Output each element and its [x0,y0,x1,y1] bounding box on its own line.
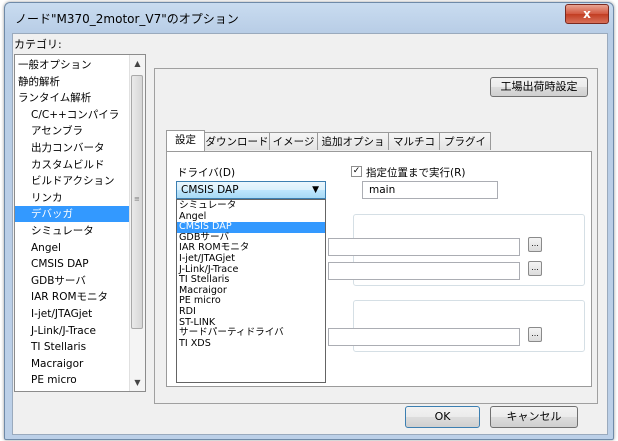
category-item[interactable]: J-Link/J-Trace [31,323,96,339]
category-item[interactable]: GDBサーバ [31,273,86,289]
close-icon: x [583,7,591,21]
browse-button[interactable]: ... [528,237,542,252]
setup-macro-field[interactable] [328,238,520,256]
category-item[interactable]: TI Stellaris [31,339,86,355]
browse-button[interactable]: ... [528,261,542,276]
driver-dropdown-list[interactable]: シミュレータ Angel CMSIS DAP GDBサーバ IAR ROMモニタ I-je… [176,199,326,383]
category-list[interactable]: 一般オプション 静的解析 ランタイム解析 C/C++コンパイラ アセンブラ 出力コンバータ… [14,54,146,392]
tab-extra-options[interactable]: 追加オプション [317,132,389,166]
dialog-title: ノード"M370_2motor_V7"のオプション [15,12,239,26]
cancel-button[interactable]: キャンセル [490,406,578,428]
scroll-grip-icon: ≡ [134,195,140,203]
category-item[interactable]: シミュレータ [31,223,94,239]
close-button[interactable]: x [565,4,609,24]
driver-selected-value: CMSIS DAP [181,184,239,196]
category-item[interactable]: デバッガ [15,206,130,223]
factory-settings-button[interactable]: 工場出荷時設定 [490,77,588,97]
driver-select[interactable]: CMSIS DAP ▼ [176,181,326,199]
category-label: カテゴリ: [14,38,62,51]
category-item[interactable]: 出力コンバータ [31,140,105,156]
category-item[interactable]: CMSIS DAP [31,256,89,272]
category-item[interactable]: リンカ [31,190,63,206]
scroll-up-arrow-icon[interactable]: ▲ [130,56,145,71]
run-to-checkbox[interactable]: ✓ [351,166,362,177]
category-item[interactable]: アセンブラ [31,123,83,139]
category-item[interactable]: PE micro [31,372,77,388]
device-description-field[interactable] [328,262,520,280]
category-scrollbar[interactable]: ▲ ≡ ▼ [129,55,145,391]
driver-option[interactable]: TI XDS [177,338,325,349]
category-item[interactable]: 静的解析 [18,74,60,90]
category-item[interactable]: Angel [31,240,61,256]
tab-plugins[interactable]: プラグイン [439,132,491,166]
category-item[interactable]: I-jet/JTAGjet [31,306,92,322]
driver-option[interactable]: I-jet/JTAGjet [177,253,325,264]
scrollbar-thumb[interactable]: ≡ [131,75,143,329]
tab-multicore[interactable]: マルチコア [388,132,440,166]
category-item[interactable]: ビルドアクション [31,173,114,189]
tab-settings[interactable]: 設定 [166,130,205,151]
driver-label: ドライバ(D) [177,167,236,179]
category-item[interactable]: 一般オプション [18,57,92,73]
run-to-label: 指定位置まで実行(R) [366,167,466,179]
chevron-down-icon: ▼ [312,185,319,195]
tab-download[interactable]: ダウンロード [204,132,270,150]
category-item[interactable]: IAR ROMモニタ [31,289,108,305]
check-icon: ✓ [352,166,361,176]
run-to-location-field[interactable]: main [362,181,498,199]
category-item[interactable]: Macraigor [31,356,83,372]
plugin-path-field[interactable] [328,328,520,346]
title-bar[interactable]: ノード"M370_2motor_V7"のオプション x [5,3,613,31]
category-item[interactable]: ランタイム解析 [18,90,91,106]
driver-option[interactable]: PE micro [177,295,325,306]
scroll-down-arrow-icon[interactable]: ▼ [130,375,145,390]
driver-option[interactable]: RDI [177,306,325,317]
tab-image[interactable]: イメージ [269,132,318,150]
driver-option[interactable]: シミュレータ [177,200,325,211]
ok-button[interactable]: OK [405,406,480,428]
category-item[interactable]: カスタムビルド [31,157,105,173]
category-item[interactable]: C/C++コンパイラ [31,107,119,123]
browse-button[interactable]: ... [528,327,542,342]
